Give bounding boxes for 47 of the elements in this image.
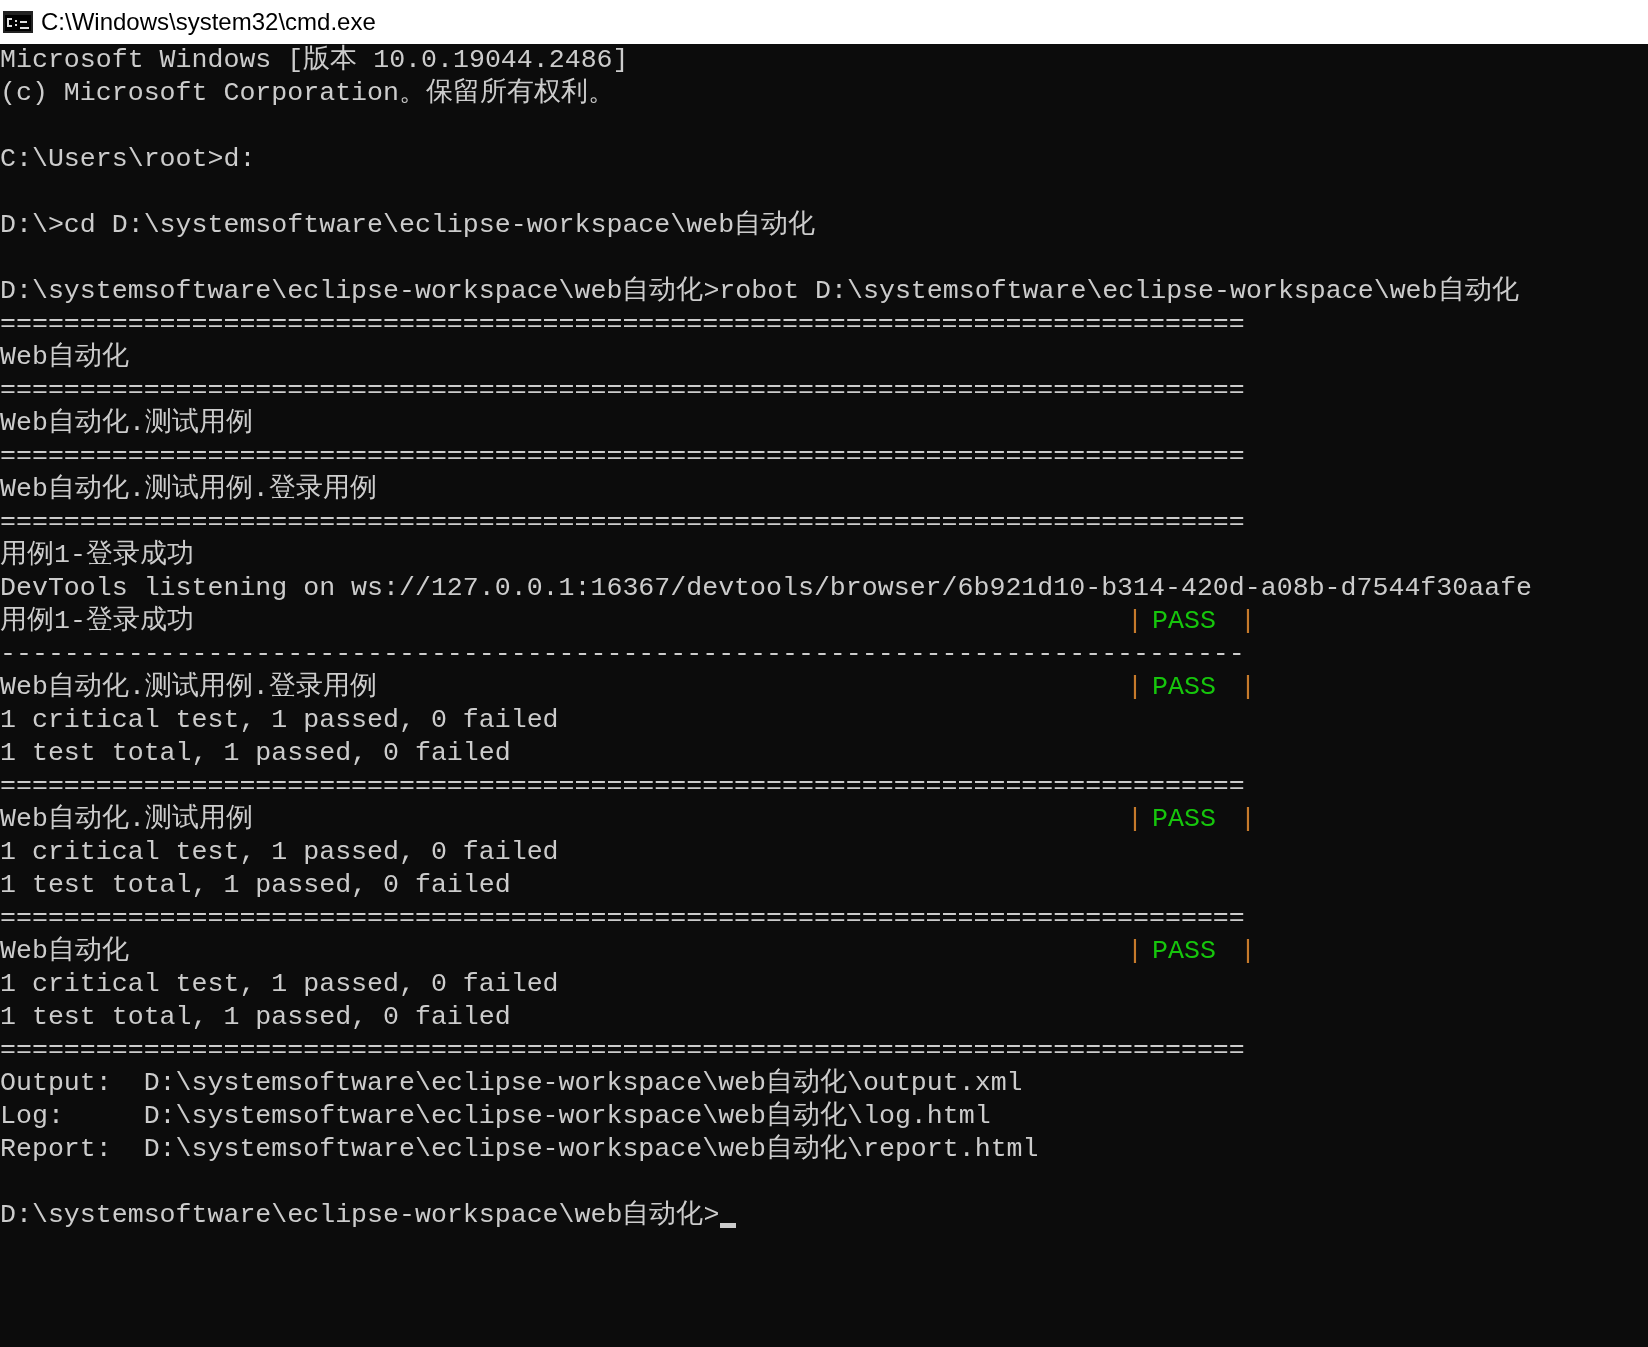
console-line: 1 critical test, 1 passed, 0 failed xyxy=(0,837,559,867)
console-line: ============================================================================== xyxy=(0,375,1245,405)
console-line: 用例1-登录成功 xyxy=(0,540,194,570)
status-label: PASS xyxy=(1152,803,1217,836)
console-line: Log: D:\systemsoftware\eclipse-workspace\web自动化\log.html xyxy=(0,1101,991,1131)
console-line: ============================================================================== xyxy=(0,903,1245,933)
console-line: D:\systemsoftware\eclipse-workspace\web自动化>robot D:\systemsoftware\eclipse-workspace\web自动化 xyxy=(0,276,1519,306)
console-line: DevTools listening on ws://127.0.0.1:16367/devtools/browser/6b921d10-b314-420d-a08b-d7544f30aafe xyxy=(0,573,1533,603)
console-line: ============================================================================== xyxy=(0,771,1245,801)
console-line: ------------------------------------------------------------------------------ xyxy=(0,639,1245,669)
console-line: Microsoft Windows [版本 10.0.19044.2486] xyxy=(0,45,629,75)
console-line: Web自动化.测试用例 xyxy=(0,803,254,836)
console-line: ============================================================================== xyxy=(0,1035,1245,1065)
console-line: ============================================================================== xyxy=(0,507,1245,537)
status-divider: | xyxy=(1127,803,1143,836)
console-line: Web自动化 xyxy=(0,342,129,372)
console-line: 1 test total, 1 passed, 0 failed xyxy=(0,870,511,900)
console-line: (c) Microsoft Corporation。保留所有权利。 xyxy=(0,78,615,108)
console-line: 1 critical test, 1 passed, 0 failed xyxy=(0,705,559,735)
status-divider: | xyxy=(1240,935,1256,968)
console-line: ============================================================================== xyxy=(0,309,1245,339)
console-line: 1 test total, 1 passed, 0 failed xyxy=(0,738,511,768)
console-line: C:\Users\root>d: xyxy=(0,144,256,174)
console-line: Web自动化.测试用例 xyxy=(0,408,253,438)
status-divider: | xyxy=(1127,605,1143,638)
console-icon xyxy=(3,11,33,33)
console-line: Report: D:\systemsoftware\eclipse-workspace\web自动化\report.html xyxy=(0,1134,1039,1164)
console-line: Web自动化 xyxy=(0,935,130,968)
text-cursor xyxy=(720,1223,737,1228)
window-title: C:\Windows\system32\cmd.exe xyxy=(41,8,376,36)
console-line: Web自动化.测试用例.登录用例 xyxy=(0,671,378,704)
console-line: Web自动化.测试用例.登录用例 xyxy=(0,474,377,504)
console-line: ============================================================================== xyxy=(0,441,1245,471)
status-label: PASS xyxy=(1152,605,1217,638)
status-divider: | xyxy=(1127,935,1143,968)
status-label: PASS xyxy=(1152,671,1217,704)
status-label: PASS xyxy=(1152,935,1217,968)
console-line: D:\>cd D:\systemsoftware\eclipse-workspace\web自动化 xyxy=(0,210,816,240)
console-line: 1 critical test, 1 passed, 0 failed xyxy=(0,969,559,999)
status-divider: | xyxy=(1127,671,1143,704)
console-line: 1 test total, 1 passed, 0 failed xyxy=(0,1002,511,1032)
status-divider: | xyxy=(1240,605,1256,638)
status-divider: | xyxy=(1240,671,1256,704)
status-divider: | xyxy=(1240,803,1256,836)
command-prompt: D:\systemsoftware\eclipse-workspace\web自动化> xyxy=(0,1200,720,1230)
console-line: Output: D:\systemsoftware\eclipse-workspace\web自动化\output.xml xyxy=(0,1068,1023,1098)
console-line: 用例1-登录成功 xyxy=(0,605,195,638)
